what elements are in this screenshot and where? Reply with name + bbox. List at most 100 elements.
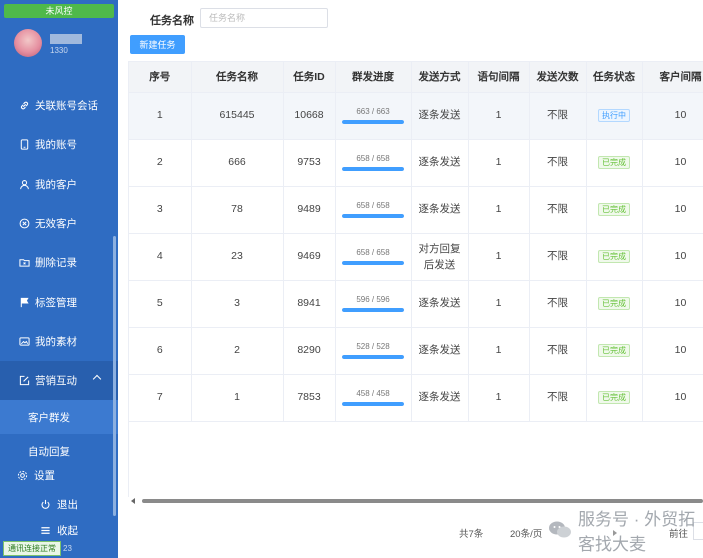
table-row[interactable]: 2 666 9753 658 / 658 逐条发送 1 不限 已完成 10: [129, 139, 703, 187]
cell-send-method: 逐条发送: [411, 186, 469, 234]
sidebar-item-invalid-clients[interactable]: 无效客户: [0, 204, 118, 243]
cell-task-status: 已完成: [586, 186, 643, 234]
cell-client-interval: 10: [642, 139, 703, 187]
sidebar-item-my-materials[interactable]: 我的素材: [0, 322, 118, 361]
cell-send-method: 对方回复后发送: [411, 233, 469, 281]
cell-task-id: 9489: [283, 186, 336, 234]
cell-send-method: 逐条发送: [411, 374, 469, 422]
page-size-select[interactable]: 20条/页: [510, 526, 542, 540]
table-row[interactable]: 1 615445 10668 663 / 663 逐条发送 1 不限 执行中 1…: [129, 92, 703, 140]
cell-task-name: 3: [191, 280, 284, 328]
sidebar-subitem-mass-send[interactable]: 客户群发: [0, 400, 118, 435]
username-blurred: [50, 34, 82, 44]
cell-client-interval: 10: [642, 374, 703, 422]
sidebar-item-label: 关联账号会话: [35, 100, 98, 113]
sidebar-item-delete-records[interactable]: 删除记录: [0, 243, 118, 282]
user-id-text: 1330: [50, 46, 68, 55]
status-tag: 已完成: [598, 297, 630, 310]
cell-task-name: 78: [191, 186, 284, 234]
cell-client-interval: 10: [642, 280, 703, 328]
cell-task-status: 已完成: [586, 233, 643, 281]
progress-text: 663 / 663: [356, 107, 390, 116]
status-tag: 已完成: [598, 391, 630, 404]
cell-task-status: 执行中: [586, 92, 643, 140]
progress-text: 458 / 458: [356, 389, 390, 398]
table-row[interactable]: 5 3 8941 596 / 596 逐条发送 1 不限 已完成 10: [129, 280, 703, 328]
cell-task-name: 2: [191, 327, 284, 375]
sidebar-scrollbar[interactable]: [113, 236, 116, 516]
collapse-label: 收起: [57, 524, 78, 537]
power-icon: [40, 499, 51, 510]
progress-fill: [342, 214, 404, 218]
gear-icon: [17, 470, 28, 481]
table-row[interactable]: 6 2 8290 528 / 528 逐条发送 1 不限 已完成 10: [129, 327, 703, 375]
cell-task-status: 已完成: [586, 280, 643, 328]
table-row[interactable]: 4 23 9469 658 / 658 对方回复后发送 1 不限 已完成 10: [129, 233, 703, 281]
new-task-button[interactable]: 新建任务: [130, 35, 185, 54]
col-header-progress: 群发进度: [335, 62, 412, 93]
cell-no: 5: [129, 280, 192, 328]
task-table: 序号 任务名称 任务ID 群发进度 发送方式 语句间隔 发送次数 任务状态 客户…: [128, 61, 703, 497]
scrollbar-thumb[interactable]: [142, 499, 703, 503]
table-row[interactable]: 7 1 7853 458 / 458 逐条发送 1 不限 已完成 10: [129, 374, 703, 422]
sidebar-item-marketing[interactable]: 营销互动: [0, 361, 118, 401]
folder-delete-icon: [18, 257, 30, 269]
progress-fill: [342, 355, 404, 359]
progress-bar: [342, 214, 404, 218]
status-tag: 已完成: [598, 344, 630, 357]
cell-progress: 596 / 596: [335, 280, 412, 328]
table-row[interactable]: 3 78 9489 658 / 658 逐条发送 1 不限 已完成 10: [129, 186, 703, 234]
logout-button[interactable]: 退出: [0, 495, 118, 513]
cell-task-id: 8941: [283, 280, 336, 328]
cell-no: 1: [129, 92, 192, 140]
image-icon: [18, 335, 30, 347]
progress-bar: [342, 261, 404, 265]
col-header-message-interval: 语句间隔: [468, 62, 530, 93]
col-header-no: 序号: [129, 62, 192, 93]
sidebar-item-label: 标签管理: [35, 296, 77, 309]
sidebar-subitem-auto-reply[interactable]: 自动回复: [0, 434, 118, 468]
edit-icon: [18, 375, 30, 387]
col-header-client-interval: 客户间隔: [642, 62, 703, 93]
phone-icon: [18, 139, 30, 151]
cell-no: 6: [129, 327, 192, 375]
sidebar: 未风控 1330 关联账号会话 我的账号 我的客户 无效客户 删除记录 标签管理…: [0, 0, 118, 558]
cell-message-interval: 1: [468, 92, 530, 140]
cell-send-times: 不限: [529, 92, 587, 140]
sidebar-nav: 关联账号会话 我的账号 我的客户 无效客户 删除记录 标签管理 我的素材 营销互…: [0, 86, 118, 468]
collapse-button[interactable]: 收起: [0, 521, 118, 539]
cell-task-status: 已完成: [586, 327, 643, 375]
sidebar-item-my-accounts[interactable]: 我的账号: [0, 125, 118, 164]
progress-text: 658 / 658: [356, 248, 390, 257]
watermark-text: 服务号 · 外贸拓客找大麦: [578, 510, 696, 554]
table-header-row: 序号 任务名称 任务ID 群发进度 发送方式 语句间隔 发送次数 任务状态 客户…: [129, 62, 703, 93]
settings-button[interactable]: 设置: [0, 468, 118, 483]
logout-label: 退出: [57, 498, 78, 511]
col-header-task-id: 任务ID: [283, 62, 336, 93]
progress-bar: [342, 167, 404, 171]
progress-text: 658 / 658: [356, 201, 390, 210]
status-tag: 已完成: [598, 203, 630, 216]
cell-message-interval: 1: [468, 233, 530, 281]
status-tag: 已完成: [598, 250, 630, 263]
cell-client-interval: 10: [642, 233, 703, 281]
task-name-input[interactable]: [200, 8, 328, 28]
status-tail-text: 23: [63, 544, 72, 553]
cell-send-method: 逐条发送: [411, 92, 469, 140]
risk-status-badge: 未风控: [4, 4, 114, 18]
avatar[interactable]: [14, 29, 42, 57]
sidebar-item-my-clients[interactable]: 我的客户: [0, 165, 118, 204]
cell-message-interval: 1: [468, 374, 530, 422]
cell-client-interval: 10: [642, 327, 703, 375]
cell-send-times: 不限: [529, 327, 587, 375]
scroll-left-arrow-icon[interactable]: [131, 498, 135, 504]
cell-task-name: 1: [191, 374, 284, 422]
cell-send-times: 不限: [529, 374, 587, 422]
sidebar-item-tag-management[interactable]: 标签管理: [0, 282, 118, 321]
cell-send-times: 不限: [529, 186, 587, 234]
send-method-text: 对方回复后发送: [418, 242, 461, 271]
sidebar-item-linked-sessions[interactable]: 关联账号会话: [0, 86, 118, 125]
cell-task-id: 10668: [283, 92, 336, 140]
task-name-filter-label: 任务名称: [150, 15, 194, 27]
cell-client-interval: 10: [642, 186, 703, 234]
